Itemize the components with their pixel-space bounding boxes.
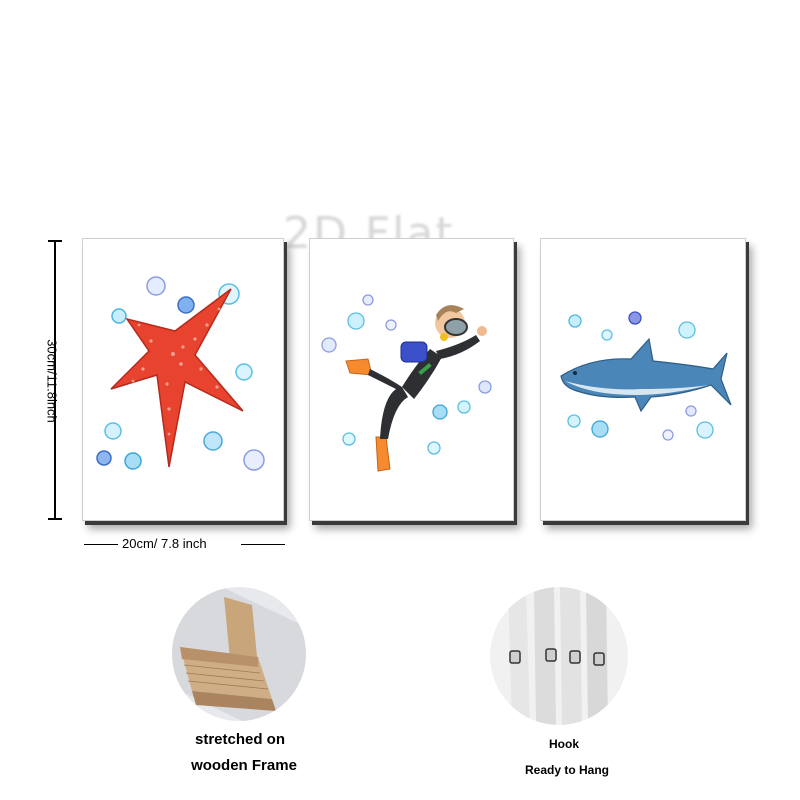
hook-photo (490, 587, 628, 725)
frame-caption-line1: stretched on (194, 731, 285, 748)
width-dimension-line-right (241, 544, 285, 545)
canvas-print-starfish (82, 238, 284, 521)
height-dimension-top-tick (48, 240, 62, 242)
starfish-illustration (96, 276, 265, 471)
canvas-print-diver (309, 238, 514, 521)
diver-illustration (321, 294, 492, 472)
height-dimension-label: 30cm/11.8inch (44, 339, 60, 423)
width-dimension-label: 20cm/ 7.8 inch (122, 536, 207, 551)
shark-illustration (560, 311, 732, 441)
width-dimension-line-left (84, 544, 118, 545)
wooden-frame-photo (172, 587, 306, 721)
hook-caption-line1: Hook (549, 737, 579, 751)
height-dimension-bottom-tick (48, 518, 62, 520)
canvas-print-shark (540, 238, 746, 521)
hook-caption-line2: Ready to Hang (524, 763, 609, 777)
frame-caption-line2: wooden Frame (191, 757, 297, 774)
